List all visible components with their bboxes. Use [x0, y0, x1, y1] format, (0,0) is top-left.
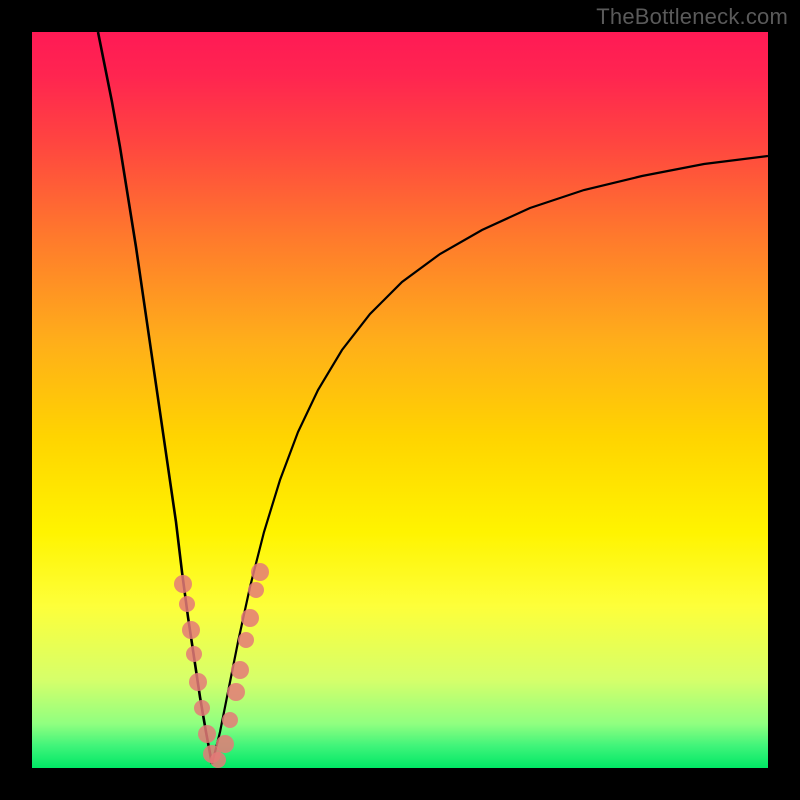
curve-layer: [32, 32, 768, 768]
data-marker: [179, 596, 195, 612]
data-marker: [186, 646, 202, 662]
data-marker: [198, 725, 216, 743]
data-markers: [174, 563, 269, 768]
data-marker: [238, 632, 254, 648]
data-marker: [182, 621, 200, 639]
data-marker: [251, 563, 269, 581]
chart-frame: TheBottleneck.com: [0, 0, 800, 800]
curve-right-branch: [212, 156, 768, 764]
data-marker: [189, 673, 207, 691]
data-marker: [216, 735, 234, 753]
data-marker: [174, 575, 192, 593]
watermark-text: TheBottleneck.com: [596, 4, 788, 30]
data-marker: [248, 582, 264, 598]
data-marker: [241, 609, 259, 627]
data-marker: [222, 712, 238, 728]
plot-area: [32, 32, 768, 768]
data-marker: [231, 661, 249, 679]
data-marker: [210, 752, 226, 768]
data-marker: [194, 700, 210, 716]
data-marker: [227, 683, 245, 701]
